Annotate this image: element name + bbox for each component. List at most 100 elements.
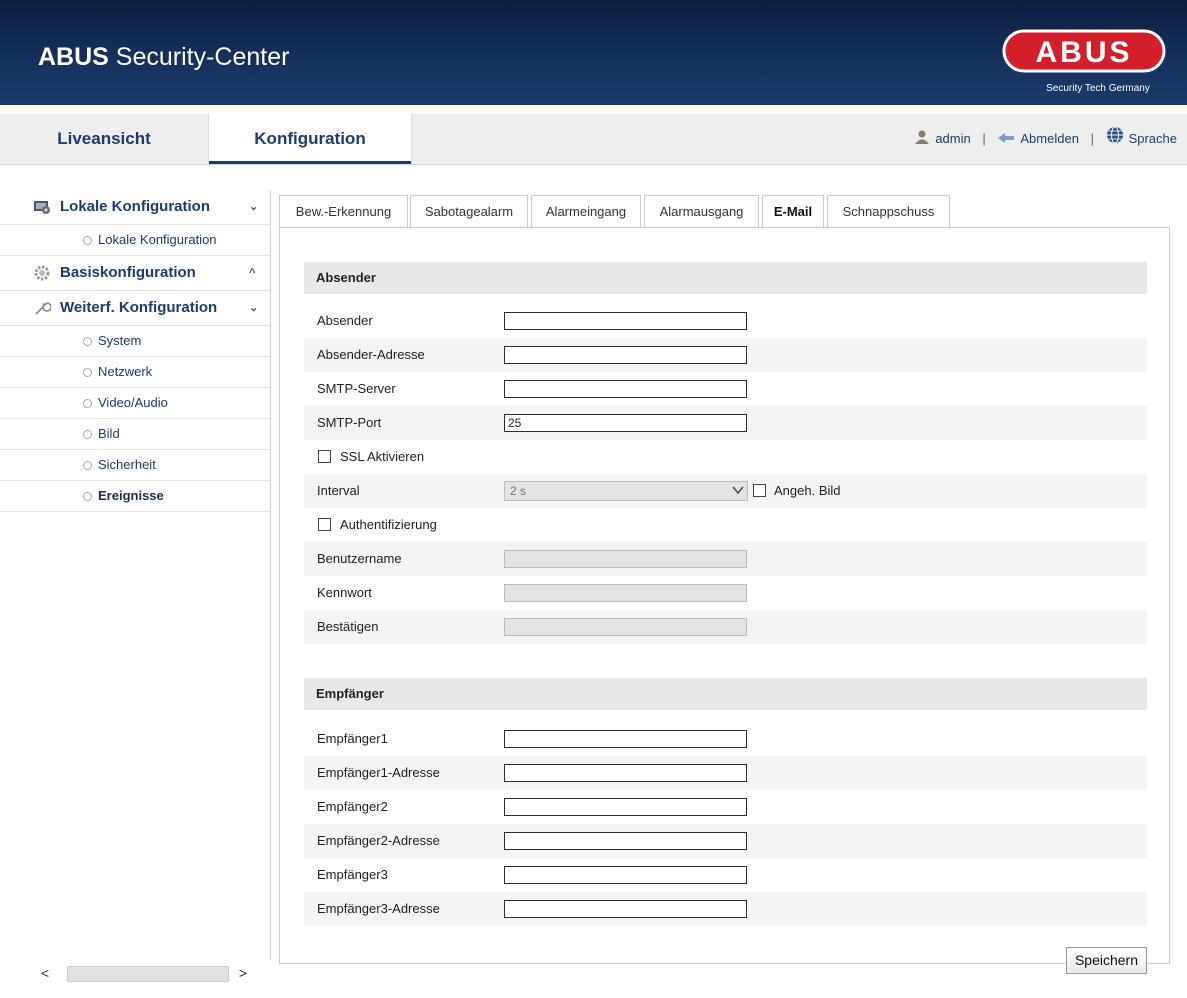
empfaenger2-input[interactable] bbox=[504, 798, 747, 816]
save-button[interactable]: Speichern bbox=[1066, 947, 1147, 974]
bullet-icon bbox=[83, 430, 92, 439]
row-smtp-server: SMTP-Server bbox=[304, 372, 1147, 406]
separator: | bbox=[1090, 131, 1094, 146]
tab-alarmeingang[interactable]: Alarmeingang bbox=[531, 195, 641, 227]
row-empfaenger2: Empfänger2 bbox=[304, 790, 1147, 824]
row-ssl: SSL Aktivieren bbox=[304, 440, 1147, 474]
field-label: Empfänger3 bbox=[317, 867, 388, 882]
field-label: Empfänger1-Adresse bbox=[317, 765, 440, 780]
sidebar-divider bbox=[270, 190, 271, 960]
authentifizierung-label: Authentifizierung bbox=[340, 517, 437, 532]
field-label: Bestätigen bbox=[317, 619, 379, 634]
sidebar-item-sicherheit[interactable]: Sicherheit bbox=[0, 450, 270, 481]
angeh-bild-label: Angeh. Bild bbox=[774, 483, 841, 498]
interval-select[interactable]: 2 s bbox=[504, 481, 748, 501]
angeh-bild-checkbox[interactable] bbox=[753, 484, 766, 497]
field-label: Interval bbox=[317, 483, 360, 498]
field-label: Empfänger2 bbox=[317, 799, 388, 814]
empfaenger1-input[interactable] bbox=[504, 730, 747, 748]
tab-bew-erkennung[interactable]: Bew.-Erkennung bbox=[279, 195, 408, 227]
user-name[interactable]: admin bbox=[935, 131, 970, 146]
row-bestaetigen: Bestätigen bbox=[304, 610, 1147, 644]
field-label: SMTP-Port bbox=[317, 415, 382, 430]
chevron-up-icon: ^ bbox=[249, 267, 256, 279]
separator: | bbox=[982, 131, 986, 146]
sidebar-item-ereignisse[interactable]: Ereignisse bbox=[0, 481, 270, 512]
row-smtp-port: SMTP-Port 25 bbox=[304, 406, 1147, 440]
tab-sabotagealarm[interactable]: Sabotagealarm bbox=[410, 195, 528, 227]
row-empfaenger2-adresse: Empfänger2-Adresse bbox=[304, 824, 1147, 858]
bullet-icon bbox=[83, 399, 92, 408]
svg-text:Security Tech Germany: Security Tech Germany bbox=[1046, 83, 1150, 94]
bullet-icon bbox=[83, 461, 92, 470]
field-label: Empfänger3-Adresse bbox=[317, 901, 440, 916]
section-empfaenger: Empfänger bbox=[304, 678, 1147, 710]
language-link[interactable]: Sprache bbox=[1129, 131, 1177, 146]
sidebar-group-lokale-konfiguration[interactable]: Lokale Konfiguration ⌄ bbox=[0, 190, 270, 225]
field-label: Empfänger1 bbox=[317, 731, 388, 746]
section-absender: Absender bbox=[304, 262, 1147, 294]
tab-konfiguration[interactable]: Konfiguration bbox=[208, 114, 412, 164]
svg-text:ABUS: ABUS bbox=[1035, 36, 1132, 69]
empfaenger3-adresse-input[interactable] bbox=[504, 900, 747, 918]
bestaetigen-input[interactable] bbox=[504, 618, 747, 636]
logout-icon bbox=[997, 115, 1015, 165]
ssl-label: SSL Aktivieren bbox=[340, 449, 425, 464]
absender-adresse-input[interactable] bbox=[504, 346, 747, 364]
benutzername-input[interactable] bbox=[504, 550, 747, 568]
empfaenger3-input[interactable] bbox=[504, 866, 747, 884]
tab-alarmausgang[interactable]: Alarmausgang bbox=[644, 195, 759, 227]
chevron-down-icon: ⌄ bbox=[249, 302, 259, 314]
row-empfaenger1: Empfänger1 bbox=[304, 722, 1147, 756]
chevron-down-icon bbox=[732, 486, 744, 495]
sidebar-item-system[interactable]: System bbox=[0, 326, 270, 357]
sidebar-item-lokale-konfiguration[interactable]: Lokale Konfiguration bbox=[0, 225, 270, 256]
smtp-server-input[interactable] bbox=[504, 380, 747, 398]
main-nav: Liveansicht Konfiguration admin | Abmeld… bbox=[0, 114, 1187, 165]
user-icon bbox=[914, 115, 930, 165]
row-authentifizierung: Authentifizierung bbox=[304, 508, 1147, 542]
field-label: Absender bbox=[317, 313, 373, 328]
tab-e-mail[interactable]: E-Mail bbox=[762, 195, 824, 228]
wrench-icon bbox=[35, 302, 51, 315]
horizontal-scrollbar[interactable]: < > bbox=[35, 962, 255, 984]
bullet-icon bbox=[83, 368, 92, 377]
gear-icon bbox=[34, 265, 50, 281]
row-kennwort: Kennwort bbox=[304, 576, 1147, 610]
kennwort-input[interactable] bbox=[504, 584, 747, 602]
chevron-down-icon: ⌄ bbox=[249, 201, 259, 213]
authentifizierung-checkbox[interactable] bbox=[318, 518, 331, 531]
field-label: Benutzername bbox=[317, 551, 402, 566]
local-config-icon bbox=[34, 201, 50, 214]
absender-input[interactable] bbox=[504, 312, 747, 330]
user-bar: admin | Abmelden | Sprache bbox=[914, 114, 1177, 164]
active-tab-underline bbox=[209, 161, 411, 164]
logout-link[interactable]: Abmelden bbox=[1020, 131, 1079, 146]
tab-liveansicht[interactable]: Liveansicht bbox=[0, 114, 208, 164]
sidebar-group-basiskonfiguration[interactable]: Basiskonfiguration ^ bbox=[0, 256, 270, 291]
abus-logo: ABUS Security Tech Germany bbox=[1002, 29, 1166, 94]
globe-icon bbox=[1106, 115, 1124, 165]
row-absender: Absender bbox=[304, 304, 1147, 338]
sidebar-item-netzwerk[interactable]: Netzwerk bbox=[0, 357, 270, 388]
scroll-left-button[interactable]: < bbox=[35, 962, 55, 984]
sidebar-group-weiterf-konfiguration[interactable]: Weiterf. Konfiguration ⌄ bbox=[0, 291, 270, 326]
empfaenger1-adresse-input[interactable] bbox=[504, 764, 747, 782]
row-benutzername: Benutzername bbox=[304, 542, 1147, 576]
scroll-right-button[interactable]: > bbox=[233, 962, 253, 984]
sidebar-item-video-audio[interactable]: Video/Audio bbox=[0, 388, 270, 419]
app-header: ABUS Security-Center ABUS Security Tech … bbox=[0, 0, 1187, 105]
smtp-port-input[interactable]: 25 bbox=[504, 414, 747, 432]
field-label: Absender-Adresse bbox=[317, 347, 425, 362]
sidebar-item-bild[interactable]: Bild bbox=[0, 419, 270, 450]
row-empfaenger3-adresse: Empfänger3-Adresse bbox=[304, 892, 1147, 926]
ssl-checkbox[interactable] bbox=[318, 450, 331, 463]
sidebar: Lokale Konfiguration ⌄ Lokale Konfigurat… bbox=[0, 190, 270, 512]
scroll-thumb[interactable] bbox=[67, 966, 229, 982]
tab-schnappschuss[interactable]: Schnappschuss bbox=[827, 195, 950, 227]
row-absender-adresse: Absender-Adresse bbox=[304, 338, 1147, 372]
app-title: ABUS Security-Center bbox=[38, 43, 290, 71]
empfaenger2-adresse-input[interactable] bbox=[504, 832, 747, 850]
row-interval: Interval 2 s Angeh. Bild bbox=[304, 474, 1147, 508]
bullet-icon bbox=[83, 492, 92, 501]
